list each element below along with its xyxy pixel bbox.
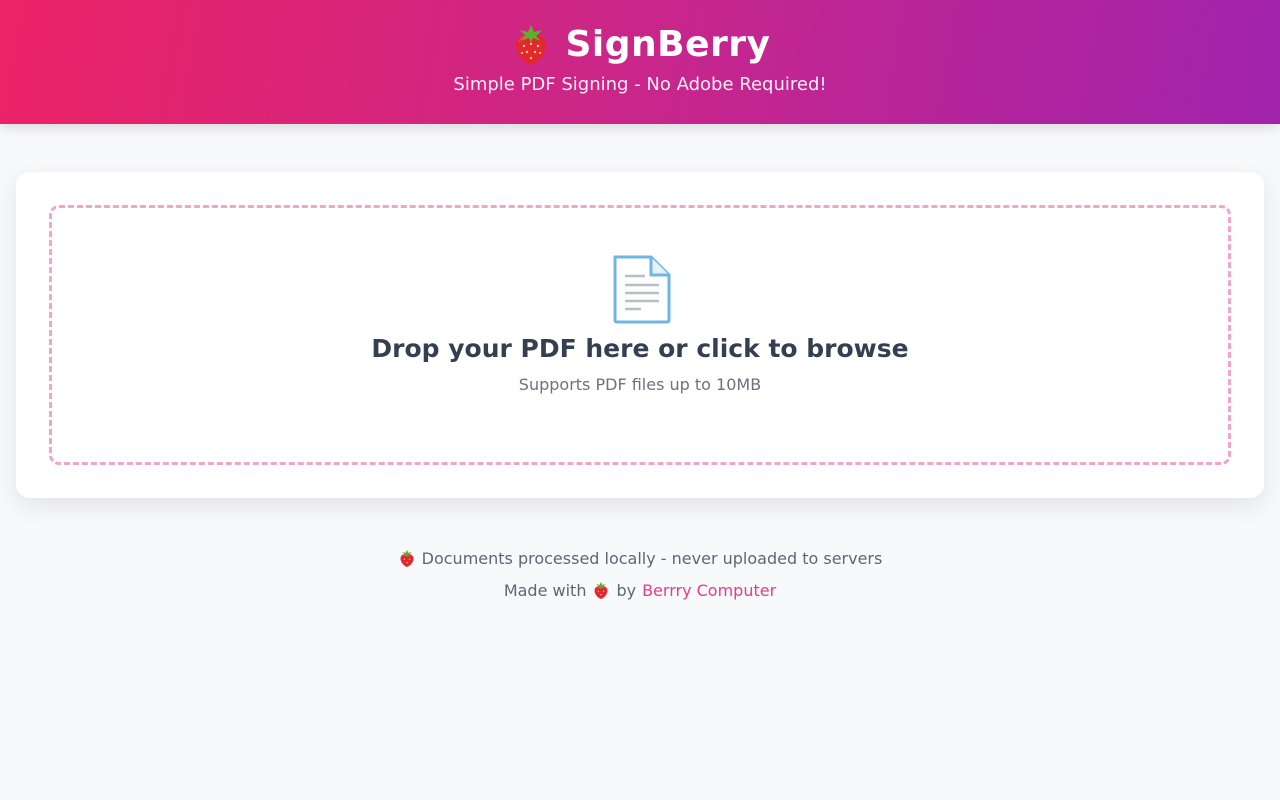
made-with-prefix: Made with	[503, 580, 587, 600]
dropzone-subtitle: Supports PDF files up to 10MB	[518, 375, 762, 394]
author-link[interactable]: Berrry Computer	[642, 581, 776, 600]
dropzone-title: Drop your PDF here or click to browse	[371, 334, 909, 363]
strawberry-icon	[510, 22, 552, 66]
app-header: SignBerry Simple PDF Signing - No Adobe …	[0, 0, 1280, 124]
document-icon	[609, 254, 673, 324]
privacy-note: Documents processed locally - never uplo…	[0, 546, 1280, 570]
app-title: SignBerry	[565, 23, 771, 65]
made-with-by: by	[616, 580, 637, 600]
strawberry-icon	[592, 580, 610, 600]
upload-card: Drop your PDF here or click to browse Su…	[16, 172, 1264, 498]
strawberry-icon	[398, 548, 416, 568]
tagline: Simple PDF Signing - No Adobe Required!	[453, 74, 827, 95]
privacy-text: Documents processed locally - never uplo…	[421, 548, 883, 568]
credits: Made with by Berrry Computer	[0, 578, 1280, 602]
brand: SignBerry	[0, 20, 1280, 68]
pdf-dropzone[interactable]: Drop your PDF here or click to browse Su…	[49, 205, 1231, 465]
